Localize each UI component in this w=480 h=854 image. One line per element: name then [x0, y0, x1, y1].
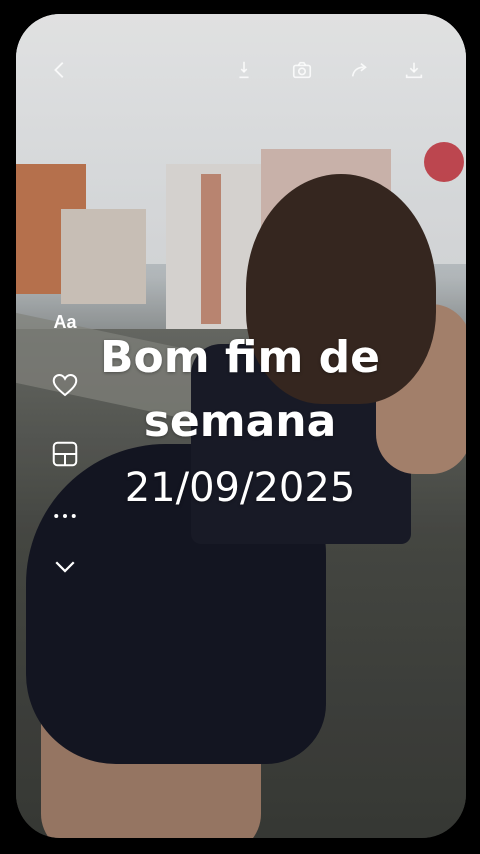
story-text-overlay[interactable]: Bom fim de semana 21/09/2025 — [60, 326, 420, 518]
top-toolbar — [16, 56, 466, 92]
chevron-down-icon[interactable] — [46, 549, 84, 583]
share-icon[interactable] — [346, 56, 374, 84]
back-icon[interactable] — [46, 56, 74, 84]
download-icon[interactable] — [400, 56, 428, 84]
story-title: Bom fim de semana — [99, 332, 381, 447]
story-date: 21/09/2025 — [124, 465, 356, 511]
camera-icon[interactable] — [288, 56, 316, 84]
touch-icon[interactable] — [230, 56, 258, 84]
